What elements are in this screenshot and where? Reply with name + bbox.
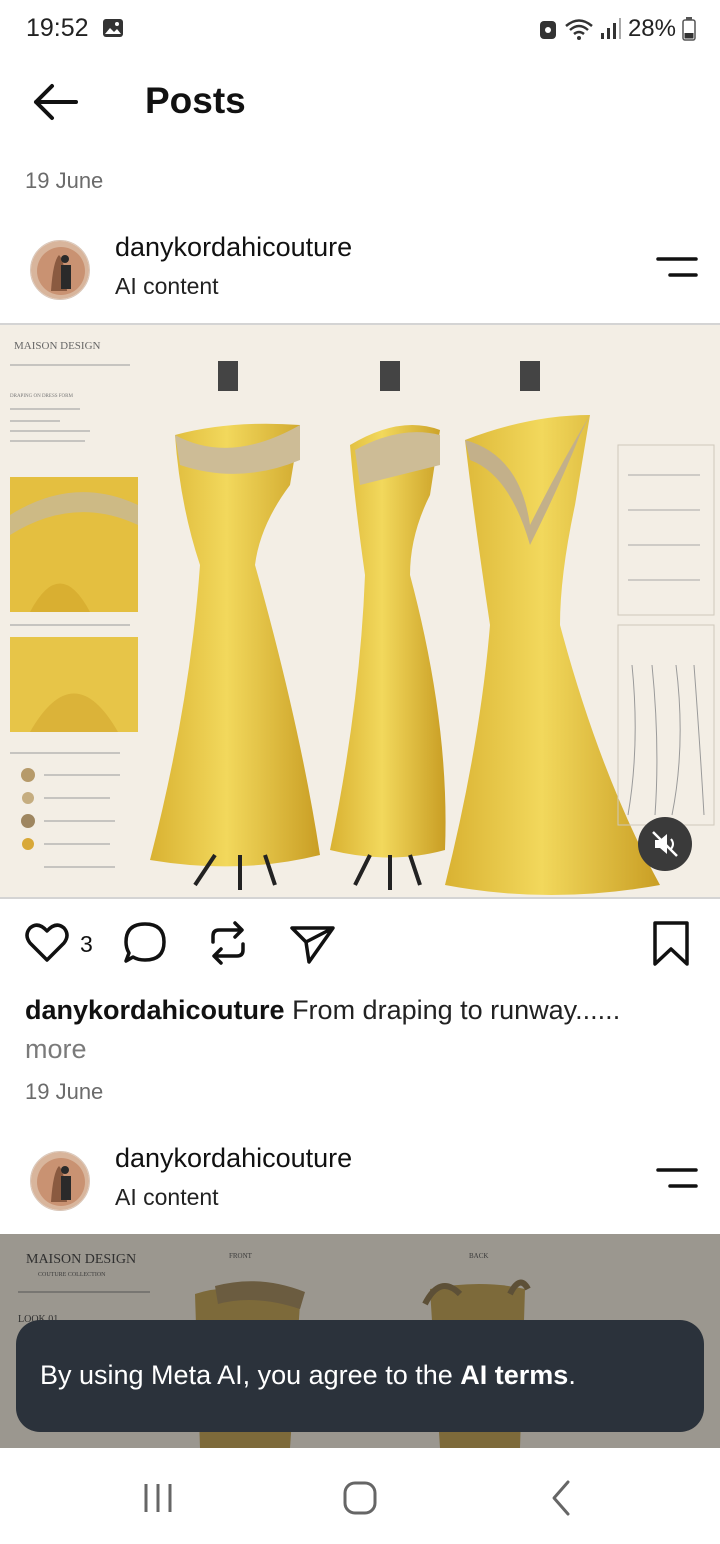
mute-icon [652, 831, 678, 857]
gown-design-board-image: MAISON DESIGN DRAPING ON DRESS FORM [0, 325, 720, 897]
image-subtitle-text: COUTURE COLLECTION [38, 1272, 106, 1278]
image-brand-text: MAISON DESIGN [14, 340, 101, 352]
image-back-label: BACK [469, 1252, 488, 1260]
share-icon[interactable] [287, 918, 337, 968]
post-header: danykordahicouture AI content [0, 1141, 720, 1231]
ai-content-label[interactable]: AI content [115, 273, 219, 300]
menu-icon[interactable] [656, 1163, 698, 1193]
like-count[interactable]: 3 [80, 931, 93, 958]
post-timestamp: 19 June [25, 1079, 104, 1104]
image-brand-text: MAISON DESIGN [26, 1252, 136, 1267]
post-actions: 3 [0, 912, 720, 976]
top-bar: Posts [0, 60, 720, 144]
caption-text: From draping to runway...... [292, 995, 621, 1025]
status-icons: 28% [538, 14, 696, 44]
back-arrow-icon[interactable] [30, 80, 80, 124]
back-nav-icon[interactable] [542, 1478, 582, 1518]
image-front-label: FRONT [229, 1252, 253, 1260]
meta-ai-toast: By using Meta AI, you agree to the AI te… [16, 1320, 704, 1432]
status-time: 19:52 [26, 14, 89, 42]
battery-icon [682, 17, 696, 41]
avatar[interactable] [30, 1151, 90, 1211]
page-title: Posts [145, 80, 246, 121]
post-caption[interactable]: danykordahicouture From draping to runwa… [25, 991, 695, 1069]
mute-button[interactable] [638, 817, 692, 871]
post-date: 19 June [25, 168, 104, 193]
post-image[interactable]: MAISON DESIGN DRAPING ON DRESS FORM [0, 323, 720, 899]
ai-content-label[interactable]: AI content [115, 1184, 219, 1211]
gallery-icon [103, 19, 123, 37]
caption-author[interactable]: danykordahicouture [25, 995, 285, 1025]
ai-terms-link[interactable]: AI terms [460, 1360, 568, 1390]
post-header: danykordahicouture AI content [0, 230, 720, 320]
heart-icon[interactable] [22, 918, 72, 968]
more-link[interactable]: more [25, 1034, 87, 1064]
status-bar: 19:52 28% [0, 0, 720, 58]
wifi-icon [565, 19, 593, 40]
lock-icon [539, 21, 556, 39]
repost-icon[interactable] [203, 918, 253, 968]
battery-percent: 28% [627, 15, 676, 42]
avatar[interactable] [30, 240, 90, 300]
menu-icon[interactable] [656, 252, 698, 282]
home-icon[interactable] [340, 1478, 380, 1518]
system-nav-bar [0, 1448, 720, 1544]
signal-icon [600, 18, 621, 39]
comment-icon[interactable] [120, 918, 170, 968]
toast-message: By using Meta AI, you agree to the AI te… [40, 1360, 576, 1390]
image-subtitle-text: DRAPING ON DRESS FORM [10, 394, 73, 399]
bookmark-icon[interactable] [646, 918, 696, 968]
recents-icon[interactable] [138, 1478, 178, 1518]
post-author[interactable]: danykordahicouture [115, 232, 352, 263]
post-author[interactable]: danykordahicouture [115, 1143, 352, 1174]
